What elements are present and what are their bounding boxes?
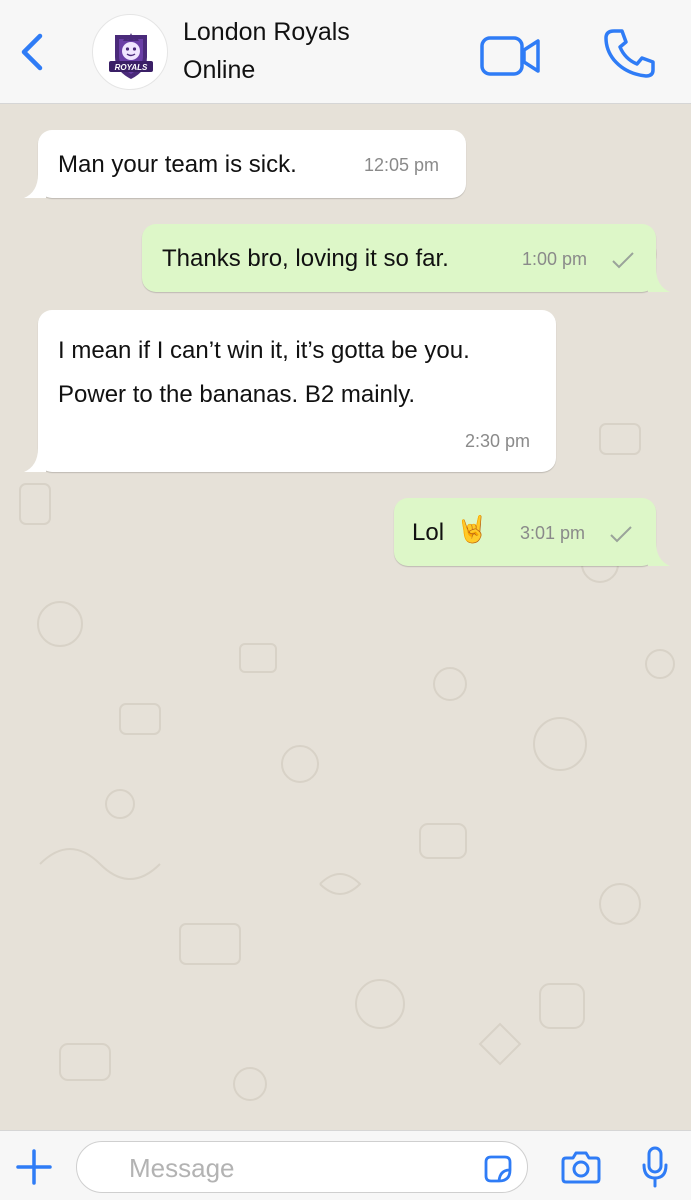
video-call-button[interactable] [478,34,544,78]
contact-name[interactable]: London Royals [183,18,350,47]
back-button[interactable] [14,30,50,74]
message-timestamp: 12:05 pm [364,155,440,175]
message-timestamp: 2:30 pm [465,431,531,451]
emoji: 🤘 [456,515,489,545]
check-icon [610,526,632,543]
plus-icon [16,1149,52,1185]
contact-status: Online [183,56,256,84]
avatar[interactable]: ROYALS [92,14,168,90]
phone-icon [604,29,655,78]
voice-call-button[interactable] [600,26,658,82]
svg-text:ROYALS: ROYALS [115,63,148,72]
message-bubble-incoming[interactable]: I mean if I can’t win it, it’s gotta be … [24,310,556,472]
royals-logo: ROYALS [109,33,153,79]
message-field[interactable] [76,1141,528,1193]
bubble-tail [24,174,46,198]
bubble-tail [648,542,670,566]
microphone-icon [642,1146,668,1188]
message-bubble-outgoing[interactable]: Lol 🤘 3:01 pm [394,498,670,566]
bubble-tail [24,448,46,472]
message-input-bar [0,1130,691,1200]
back-chevron-icon [21,33,43,71]
message-list[interactable]: Man your team is sick. 12:05 pm Thanks b… [0,104,691,1130]
message-timestamp: 3:01 pm [520,523,586,543]
camera-icon [561,1151,601,1184]
message-timestamp: 1:00 pm [522,249,588,269]
message-text: Lol [412,519,445,546]
message-bubble-outgoing[interactable]: Thanks bro, loving it so far. 1:00 pm [142,224,670,292]
attach-button[interactable] [14,1147,54,1187]
message-text: Man your team is sick. [58,151,297,178]
message-input[interactable] [127,1150,471,1186]
camera-button[interactable] [560,1149,602,1185]
check-icon [612,252,634,269]
voice-message-button[interactable] [640,1145,670,1189]
video-camera-icon [480,36,540,76]
sticker-button[interactable] [483,1154,513,1184]
message-text: Thanks bro, loving it so far. [162,245,449,272]
message-bubble-incoming[interactable]: Man your team is sick. 12:05 pm [24,130,466,198]
bubble-tail [648,268,670,292]
message-text-line: Power to the bananas. B2 mainly. [58,381,416,408]
message-text-line: I mean if I can’t win it, it’s gotta be … [58,337,470,364]
chat-header: ROYALS London Royals Online [0,0,691,104]
sticker-icon [484,1155,512,1183]
